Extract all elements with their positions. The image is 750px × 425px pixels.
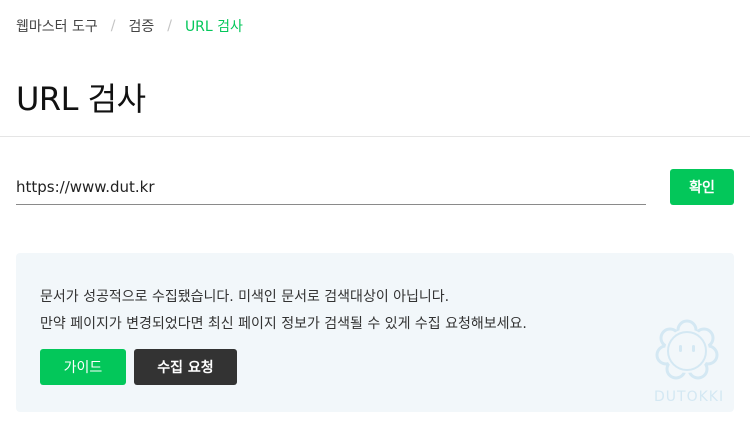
divider [0, 136, 750, 137]
guide-button[interactable]: 가이드 [40, 349, 126, 385]
notice-message-line-1: 문서가 성공적으로 수집됐습니다. 미색인 문서로 검색대상이 아닙니다. [40, 289, 450, 305]
collect-request-button[interactable]: 수집 요청 [134, 349, 237, 385]
breadcrumb-separator: / [110, 18, 116, 34]
confirm-button[interactable]: 확인 [670, 169, 734, 205]
breadcrumb-verify[interactable]: 검증 [128, 16, 154, 36]
breadcrumb: 웹마스터 도구 / 검증 / URL 검사 [16, 16, 243, 36]
page-title: URL 검사 [16, 80, 146, 118]
cloud-face-icon [655, 319, 719, 380]
breadcrumb-separator: / [167, 18, 172, 34]
dutokki-watermark: DUTOKKI [654, 389, 725, 405]
breadcrumb-url-inspection: URL 검사 [184, 19, 243, 35]
breadcrumb-webmaster-tools[interactable]: 웹마스터 도구 [16, 16, 98, 36]
result-notice: 문서가 성공적으로 수집됐습니다. 미색인 문서로 검색대상이 아닙니다. 만약… [16, 253, 734, 412]
notice-message-line-2: 만약 페이지가 변경되었다면 최신 페이지 정보가 검색될 수 있게 수집 요청… [40, 316, 527, 332]
url-input[interactable] [16, 170, 646, 205]
